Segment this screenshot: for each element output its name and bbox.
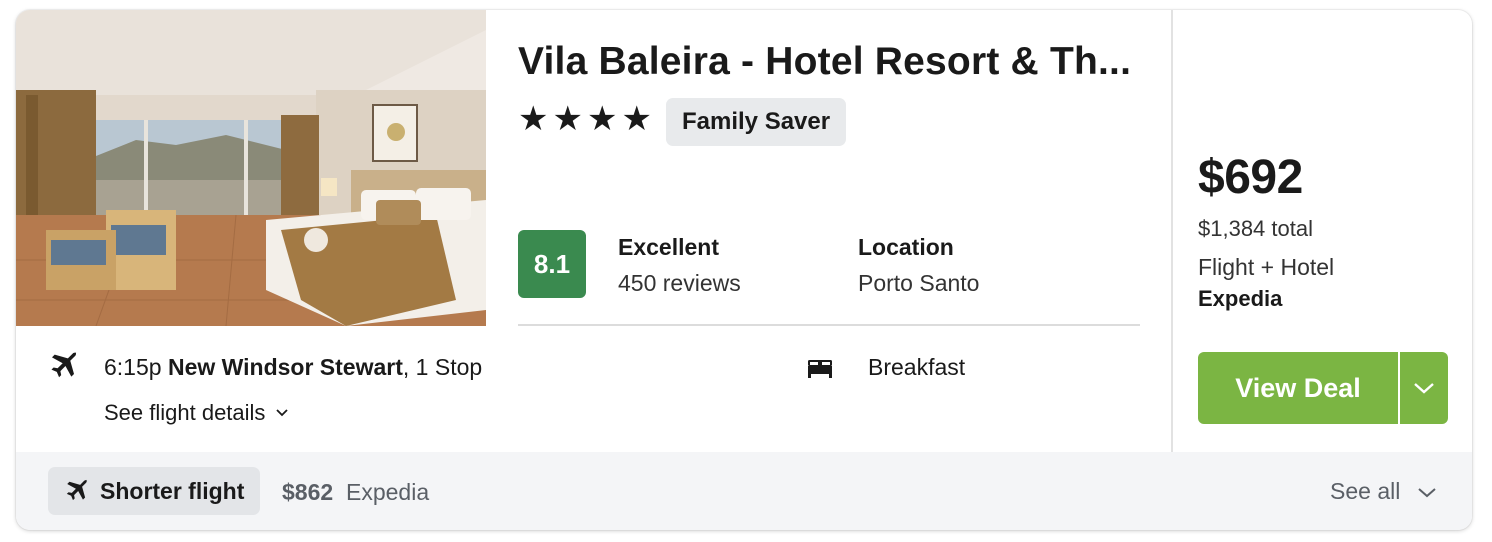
chevron-down-icon	[276, 409, 289, 417]
see-flight-details-link[interactable]: See flight details	[104, 400, 289, 426]
divider	[518, 324, 1140, 326]
chevron-down-icon	[1414, 383, 1434, 394]
package-type: Flight + Hotel	[1198, 254, 1335, 280]
price-total: $1,384 total	[1198, 216, 1313, 241]
flight-details-label: See flight details	[104, 400, 266, 425]
deal-dropdown-button[interactable]	[1400, 352, 1448, 424]
bed-icon	[808, 360, 832, 378]
plane-icon	[66, 479, 88, 501]
hotel-photo[interactable]	[16, 10, 486, 326]
plane-icon	[51, 352, 77, 378]
family-saver-badge: Family Saver	[666, 98, 847, 146]
flight-time: 6:15p	[104, 354, 162, 380]
hotel-result-card[interactable]: Vila Baleira - Hotel Resort & Th... ★ ★ …	[16, 10, 1472, 530]
rating-label: Excellent	[618, 234, 719, 260]
alternative-price: $862	[282, 479, 334, 505]
hotel-name[interactable]: Vila Baleira - Hotel Resort & Th...	[518, 40, 1148, 84]
star-icon: ★	[586, 100, 618, 138]
location-value: Porto Santo	[858, 270, 980, 296]
alternative-provider: Expedia	[346, 479, 430, 505]
star-icon: ★	[518, 100, 549, 138]
review-score-badge: 8.1	[518, 230, 586, 298]
shorter-flight-label: Shorter flight	[100, 477, 245, 504]
flight-airport: New Windsor Stewart	[167, 354, 403, 380]
location-label: Location	[858, 234, 954, 260]
amenity-breakfast: Breakfast	[868, 354, 966, 380]
vertical-divider	[1171, 10, 1173, 452]
star-icon: ★	[621, 100, 652, 138]
flight-summary: 6:15p New Windsor Stewart, 1 Stop	[104, 354, 482, 381]
flight-stops: , 1 Stop	[402, 354, 483, 380]
chevron-down-icon	[1418, 487, 1436, 497]
provider-name: Expedia	[1198, 286, 1283, 311]
see-all-label: See all	[1330, 478, 1401, 504]
alternative-deal-bar: Shorter flight $862 Expedia See all	[16, 452, 1472, 530]
view-deal-button[interactable]: View Deal	[1198, 352, 1398, 424]
shorter-flight-tag[interactable]: Shorter flight	[48, 467, 261, 515]
star-rating: ★ ★ ★ ★	[518, 102, 652, 136]
star-icon: ★	[552, 100, 583, 138]
price: $692	[1198, 151, 1303, 204]
review-count: 450 reviews	[618, 270, 741, 296]
see-all-button[interactable]: See all	[1330, 478, 1438, 505]
